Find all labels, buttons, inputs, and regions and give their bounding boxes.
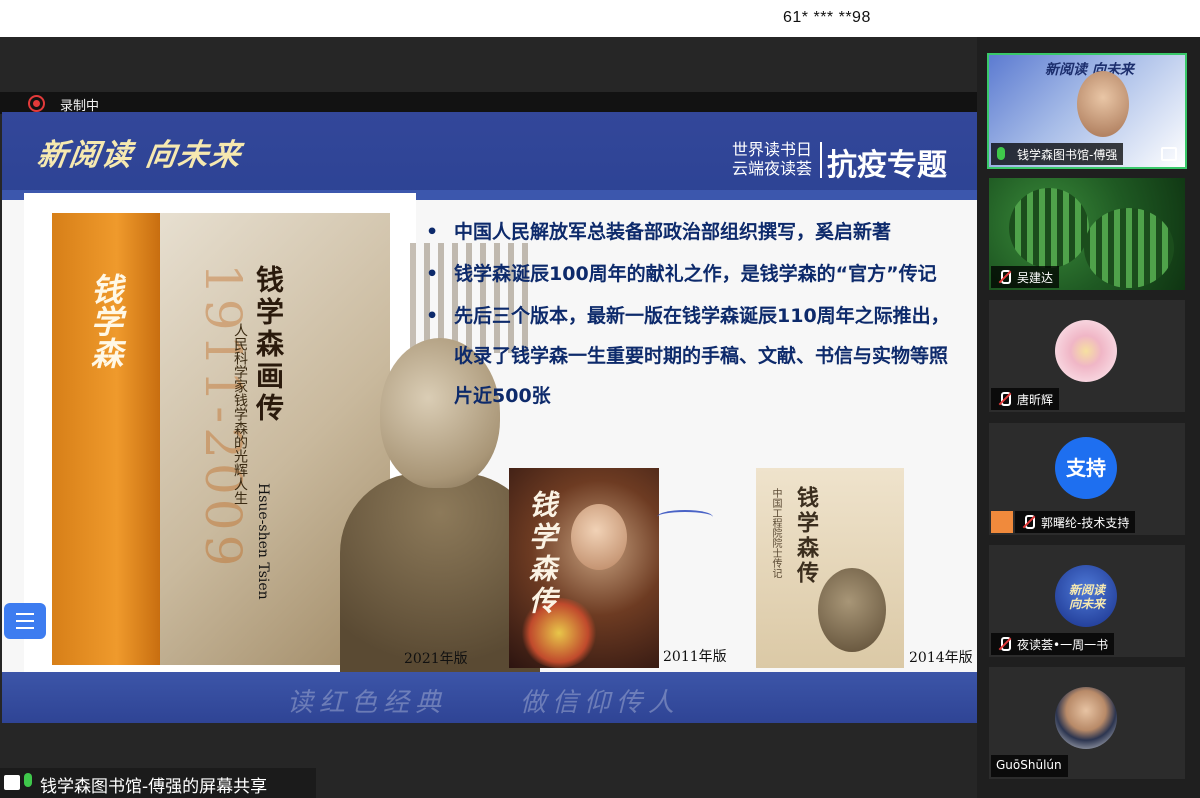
host-icon bbox=[1161, 147, 1177, 161]
avatar-logo-text: 新阅读 向未来 bbox=[1068, 583, 1105, 611]
meeting-phone: 61* *** **98 bbox=[783, 9, 871, 26]
mic-off-icon bbox=[997, 637, 1011, 651]
book-2014-series: 中国工程院院士传记 bbox=[770, 488, 781, 578]
participant-avatar bbox=[1055, 687, 1117, 749]
book-english-name: Hsue-shen Tsien bbox=[255, 483, 271, 600]
slide-brand: 新阅读 向未来 bbox=[35, 138, 245, 173]
book-spine: 钱学森 bbox=[52, 213, 160, 665]
book-title: 钱学森画传 bbox=[252, 265, 285, 425]
bullet-item: 中国人民解放军总装备部政治部组织撰写，奚启新著 bbox=[422, 212, 962, 252]
participant-name: 郭曙纶-技术支持 bbox=[1015, 511, 1136, 533]
participant-tile[interactable]: 吴建达 bbox=[989, 178, 1185, 290]
record-icon[interactable] bbox=[28, 95, 45, 112]
mic-off-icon bbox=[997, 270, 1011, 284]
slide-header-topic: 抗疫专题 bbox=[827, 148, 947, 183]
bullet-item: 钱学森诞辰100周年的献礼之作，是钱学森的“官方”传记 bbox=[422, 254, 962, 294]
screen-share-label: 钱学森图书馆-傅强的屏幕共享 bbox=[0, 768, 316, 798]
book-2011-cover: 钱学森传 bbox=[509, 468, 659, 668]
recording-bar: 录制中 bbox=[0, 92, 977, 114]
slide-footer: 读红色经典 做信仰传人 bbox=[2, 672, 977, 723]
bullet-item: 先后三个版本，最新一版在钱学森诞辰110周年之际推出，收录了钱学森一生重要时期的… bbox=[422, 296, 962, 416]
participant-name: 吴建达 bbox=[991, 266, 1060, 288]
edition-label-2014: 2014年版 bbox=[909, 650, 973, 666]
participants-panel: 新阅读 向未来 钱学森图书馆-傅强 吴建达 唐昕辉 支持 郭曙纶-技术支持 新阅… bbox=[977, 37, 1200, 798]
book-2014-title: 钱学森传 bbox=[793, 486, 819, 586]
participant-avatar: 支持 bbox=[1055, 437, 1117, 499]
participant-tile[interactable]: 新阅读 向未来 钱学森图书馆-傅强 bbox=[987, 53, 1187, 169]
participant-name: 夜读荟•一周一书 bbox=[991, 633, 1115, 655]
book-signature: 钱学森 bbox=[86, 273, 124, 369]
participant-avatar-image bbox=[1009, 188, 1089, 268]
participant-video bbox=[1077, 71, 1129, 137]
book-2011-title: 钱学森传 bbox=[525, 490, 558, 618]
footer-slogan-right: 做信仰传人 bbox=[520, 688, 681, 718]
menu-button[interactable] bbox=[4, 603, 46, 639]
edition-label-2011: 2011年版 bbox=[663, 649, 727, 665]
mic-off-icon bbox=[1021, 515, 1035, 529]
book-main-card: 钱学森 1911-2009 人民科学家钱学森的光辉人生 钱学森画传 Hsue-s… bbox=[24, 193, 540, 686]
mic-on-icon bbox=[997, 147, 1005, 160]
mic-on-icon bbox=[24, 773, 32, 787]
list-icon bbox=[16, 613, 34, 629]
header-divider bbox=[820, 142, 822, 178]
participant-avatar bbox=[1055, 320, 1117, 382]
screen-share-icon bbox=[4, 775, 20, 790]
edition-label-2021: 2021年版 bbox=[404, 651, 468, 667]
participant-name: 唐昕辉 bbox=[991, 388, 1060, 410]
participant-tile[interactable]: 新阅读 向未来 夜读荟•一周一书 bbox=[989, 545, 1185, 657]
book-cover-photo: 1911-2009 人民科学家钱学森的光辉人生 钱学森画传 Hsue-shen … bbox=[160, 213, 540, 673]
slide-header: 新阅读 向未来 世界读书日 云端夜读荟 抗疫专题 bbox=[2, 112, 977, 200]
top-bar: 61* *** **98 bbox=[0, 0, 1200, 37]
book-subtitle: 人民科学家钱学森的光辉人生 bbox=[232, 323, 248, 505]
bullet-list: 中国人民解放军总装备部政治部组织撰写，奚启新著 钱学森诞辰100周年的献礼之作，… bbox=[422, 212, 962, 418]
footer-slogan-left: 读红色经典 bbox=[287, 688, 448, 718]
book-2014-cover: 中国工程院院士传记 钱学森传 bbox=[756, 468, 904, 668]
participant-tile[interactable]: 唐昕辉 bbox=[989, 300, 1185, 412]
participant-tile[interactable]: GuōShūlún bbox=[989, 667, 1185, 779]
presentation-slide: 新阅读 向未来 世界读书日 云端夜读荟 抗疫专题 钱学森 1911-2009 人… bbox=[2, 112, 977, 723]
participant-name: 钱学森图书馆-傅强 bbox=[991, 143, 1124, 165]
participant-tile[interactable]: 支持 郭曙纶-技术支持 bbox=[989, 423, 1185, 535]
slide-header-event: 世界读书日 云端夜读荟 bbox=[732, 140, 813, 178]
annotation-stroke bbox=[657, 510, 713, 524]
participant-avatar: 新阅读 向未来 bbox=[1055, 565, 1117, 627]
participant-name: GuōShūlún bbox=[991, 755, 1068, 777]
mic-off-icon bbox=[997, 392, 1011, 406]
person-icon bbox=[991, 511, 1013, 533]
